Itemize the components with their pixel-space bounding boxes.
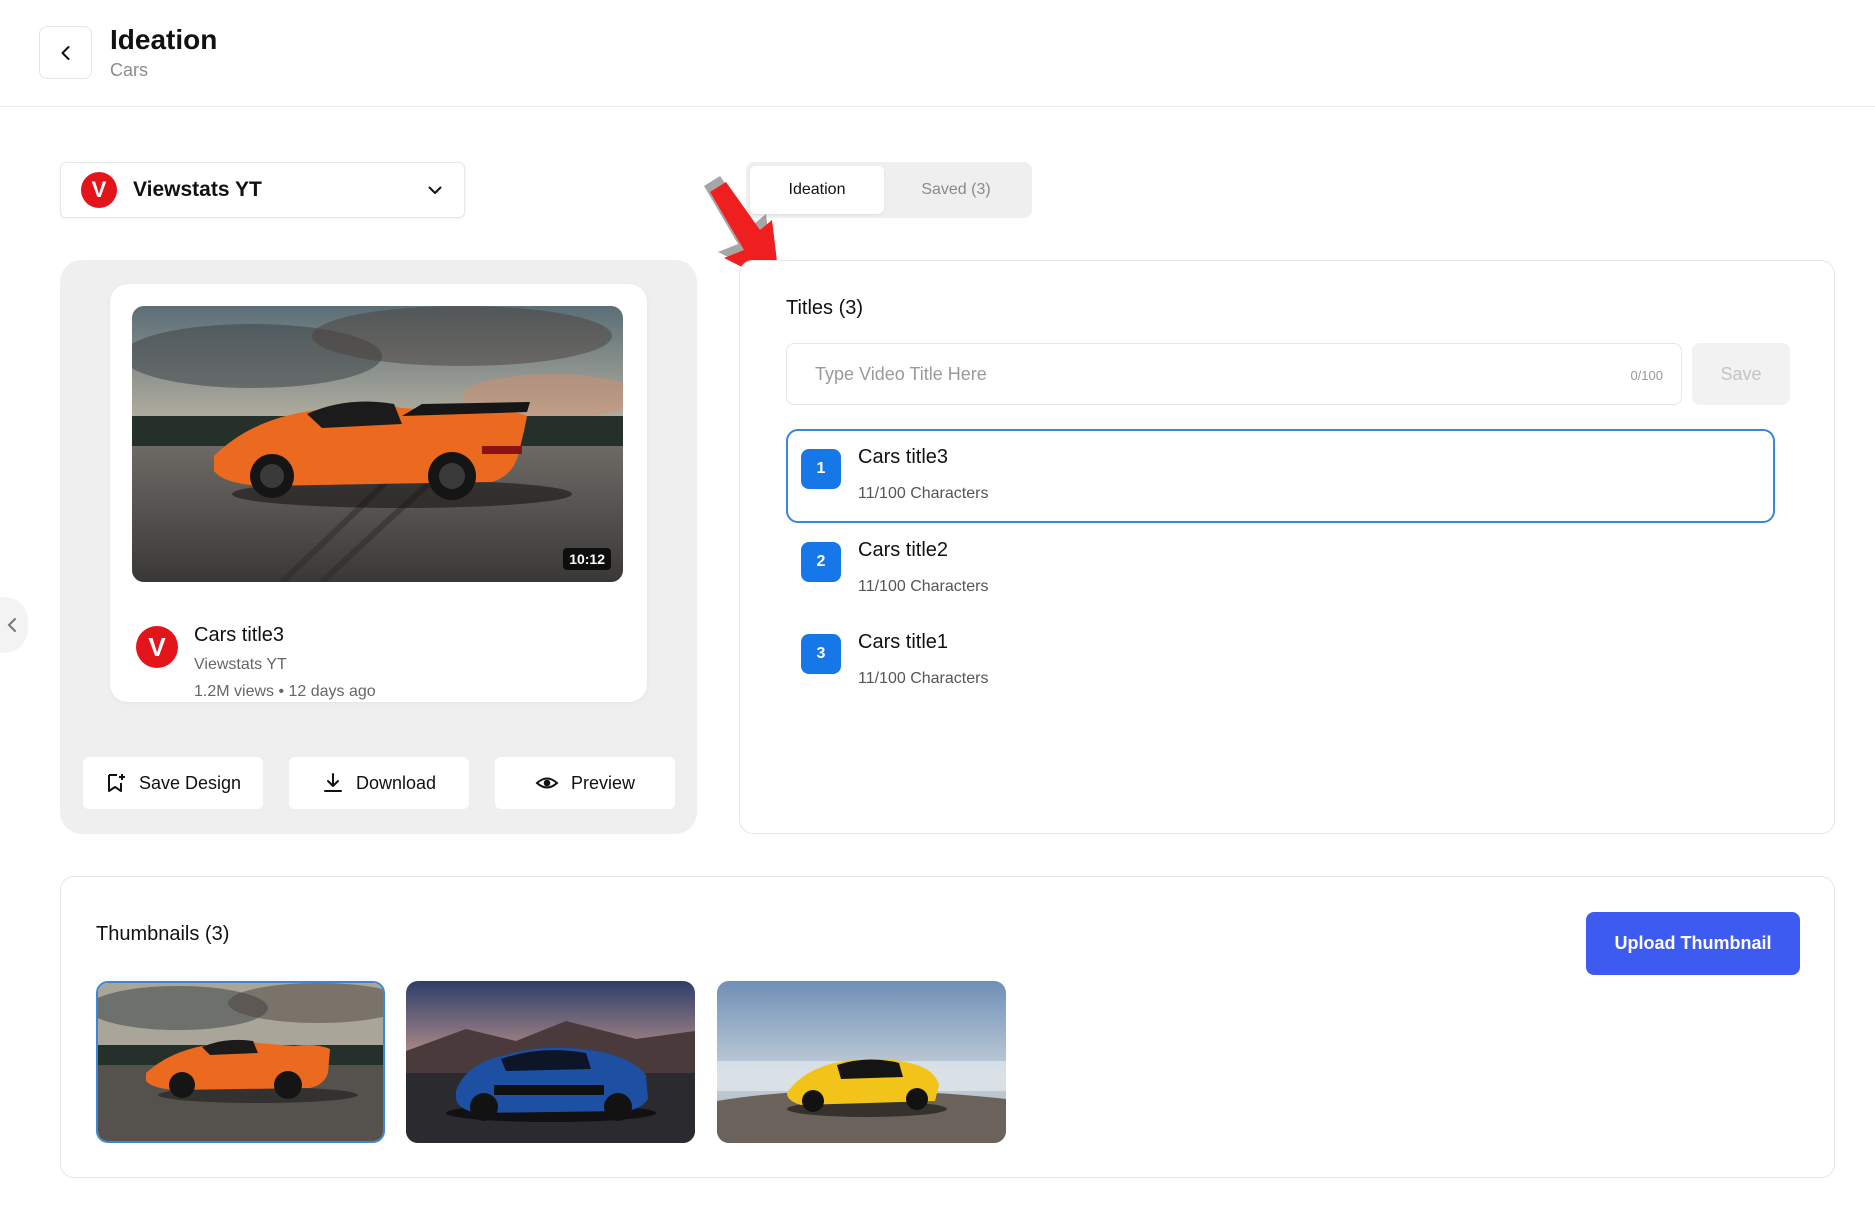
thumbnails-panel: Thumbnails (3) Upload Thumbnail	[60, 876, 1835, 1178]
chevron-left-icon	[61, 45, 69, 60]
page-subtitle: Cars	[110, 60, 149, 80]
save-design-button[interactable]: Save Design	[83, 757, 263, 809]
thumbnails-heading: Thumbnails (3)	[96, 923, 230, 945]
video-meta: 1.2M views • 12 days ago	[194, 683, 376, 700]
thumbnail-item[interactable]	[717, 981, 1006, 1143]
video-duration: 10:12	[563, 548, 611, 570]
channel-logo: V	[81, 172, 117, 208]
title-text: Cars title3	[858, 446, 949, 468]
title-text: Cars title1	[858, 631, 949, 653]
thumbnail-item[interactable]	[96, 981, 385, 1143]
orange-car-thumbnail	[98, 983, 383, 1141]
channel-select[interactable]: V Viewstats YT	[60, 162, 465, 218]
video-thumbnail: 10:12	[132, 306, 623, 582]
title-number-badge: 2	[801, 542, 841, 582]
chevron-left-icon	[7, 618, 16, 632]
page-header: Ideation Cars	[0, 0, 1875, 107]
video-title-input[interactable]: Type Video Title Here 0/100	[786, 343, 1682, 405]
preview-button[interactable]: Preview	[495, 757, 675, 809]
page-title: Ideation	[110, 24, 218, 55]
yellow-car-thumbnail	[717, 981, 1006, 1143]
channel-name: Viewstats YT	[133, 178, 262, 201]
collapse-sidebar-button[interactable]	[0, 597, 28, 653]
card-channel-logo: V	[136, 626, 178, 668]
title-char-count: 11/100 Characters	[858, 485, 989, 502]
preview-label: Preview	[570, 772, 636, 793]
chevron-down-icon	[428, 186, 442, 194]
download-icon	[323, 773, 342, 792]
ideation-page: Ideation Cars V Viewstats YT Ideation Sa…	[0, 0, 1875, 1205]
bookmark-add-icon	[107, 774, 125, 792]
preview-panel: 10:12 V Cars title3 Viewstats YT 1.2M vi…	[60, 260, 697, 834]
title-text: Cars title2	[858, 539, 949, 561]
blue-car-thumbnail	[406, 981, 695, 1143]
download-label: Download	[355, 772, 437, 793]
save-title-button[interactable]: Save	[1692, 343, 1790, 405]
titles-panel: Titles (3) Type Video Title Here 0/100 S…	[739, 260, 1835, 834]
tab-saved[interactable]: Saved (3)	[884, 166, 1028, 214]
eye-icon	[535, 777, 559, 789]
thumbnail-item[interactable]	[406, 981, 695, 1143]
title-list-item[interactable]: 2 Cars title2 11/100 Characters	[786, 524, 1775, 618]
title-list-item[interactable]: 3 Cars title1 11/100 Characters	[786, 616, 1775, 710]
save-design-label: Save Design	[138, 772, 242, 793]
title-char-counter: 0/100	[1630, 368, 1663, 383]
title-char-count: 11/100 Characters	[858, 670, 989, 687]
orange-car-image	[132, 306, 623, 582]
title-char-count: 11/100 Characters	[858, 578, 989, 595]
back-button[interactable]	[39, 26, 92, 79]
title-input-placeholder: Type Video Title Here	[815, 363, 987, 384]
video-channel-name: Viewstats YT	[194, 656, 287, 673]
titles-heading: Titles (3)	[786, 297, 864, 319]
title-number-badge: 3	[801, 634, 841, 674]
title-list-item[interactable]: 1 Cars title3 11/100 Characters	[786, 429, 1775, 523]
video-title: Cars title3	[194, 624, 285, 646]
title-number-badge: 1	[801, 449, 841, 489]
download-button[interactable]: Download	[289, 757, 469, 809]
upload-thumbnail-button[interactable]: Upload Thumbnail	[1586, 912, 1800, 975]
video-preview-card: 10:12 V Cars title3 Viewstats YT 1.2M vi…	[110, 284, 647, 702]
